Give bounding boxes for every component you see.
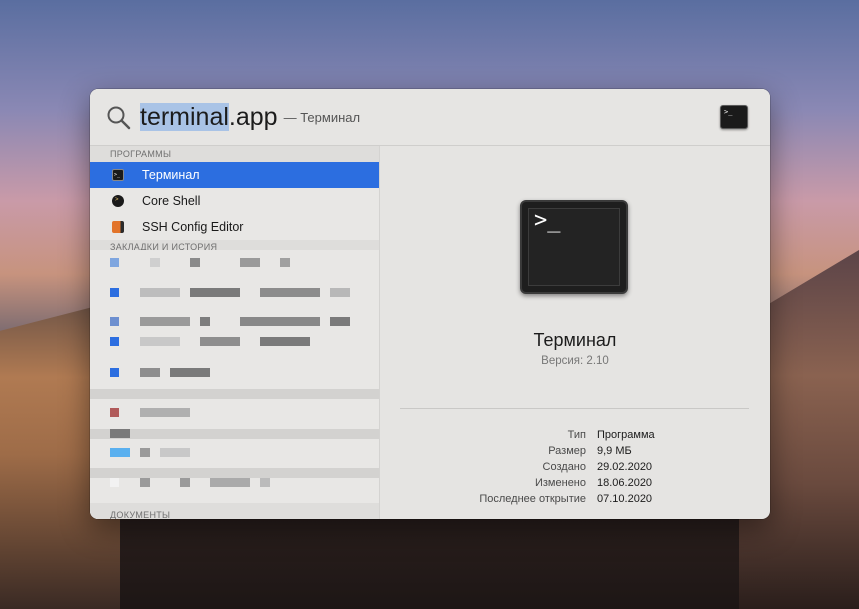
meta-value: 29.02.2020 [597, 461, 653, 473]
meta-key: Размер [548, 445, 586, 457]
terminal-icon: >_ [720, 105, 748, 129]
spotlight-window: terminal.app — Терминал >_ ПРОГРАММЫ >_ Т… [90, 89, 770, 519]
result-label: Терминал [142, 168, 200, 182]
search-icon [107, 106, 131, 130]
meta-key: Создано [542, 461, 586, 473]
meta-value: 18.06.2020 [597, 477, 653, 489]
meta-value: Программа [597, 429, 655, 441]
list-item[interactable] [90, 288, 379, 308]
meta-row-created: Создано 29.02.2020 [380, 461, 770, 477]
list-item[interactable] [90, 258, 379, 278]
section-header-documents: ДОКУМЕНТЫ [90, 503, 379, 519]
meta-row-modified: Изменено 18.06.2020 [380, 477, 770, 493]
result-item-ssh-config-editor[interactable]: SSH Config Editor [90, 214, 379, 240]
query-selected-text: terminal [140, 103, 229, 131]
search-input[interactable]: terminal.app — Терминал [140, 101, 360, 133]
preview-app-name: Терминал [533, 330, 617, 350]
section-header-programs: ПРОГРАММЫ [90, 146, 379, 162]
list-item[interactable] [90, 478, 379, 498]
result-item-core-shell[interactable]: > Core Shell [90, 188, 379, 214]
preview-pane: >_ Терминал Версия: 2.10 Тип Программа Р… [380, 146, 770, 519]
result-label: Core Shell [142, 194, 201, 208]
meta-key: Тип [567, 429, 586, 441]
list-item[interactable] [90, 317, 379, 337]
query-completion-text: .app [228, 103, 278, 131]
ssh-config-editor-icon [112, 221, 124, 233]
meta-row-last-opened: Последнее открытие 07.10.2020 [380, 493, 770, 509]
core-shell-icon: > [112, 195, 124, 207]
meta-row-size: Размер 9,9 МБ [380, 445, 770, 461]
meta-key: Последнее открытие [479, 493, 586, 505]
list-item[interactable] [90, 337, 379, 357]
query-suffix-text: — Терминал [283, 110, 361, 125]
section-header-bookmarks: ЗАКЛАДКИ И ИСТОРИЯ [90, 240, 379, 250]
terminal-icon: >_ [112, 169, 124, 181]
result-label: SSH Config Editor [142, 220, 244, 234]
terminal-icon: >_ [520, 200, 628, 294]
list-item[interactable] [90, 448, 379, 468]
preview-app-version: Версия: 2.10 [541, 355, 609, 367]
meta-value: 9,9 МБ [597, 445, 632, 457]
results-list[interactable]: ПРОГРАММЫ >_ Терминал > Core Shell SSH C… [90, 146, 380, 519]
search-bar[interactable]: terminal.app — Терминал >_ [90, 89, 770, 146]
meta-value: 07.10.2020 [597, 493, 653, 505]
list-item[interactable] [90, 408, 379, 428]
list-item[interactable] [90, 368, 379, 388]
meta-row-type: Тип Программа [380, 429, 770, 445]
result-item-terminal[interactable]: >_ Терминал [90, 162, 379, 188]
divider [400, 408, 749, 409]
meta-key: Изменено [534, 477, 586, 489]
